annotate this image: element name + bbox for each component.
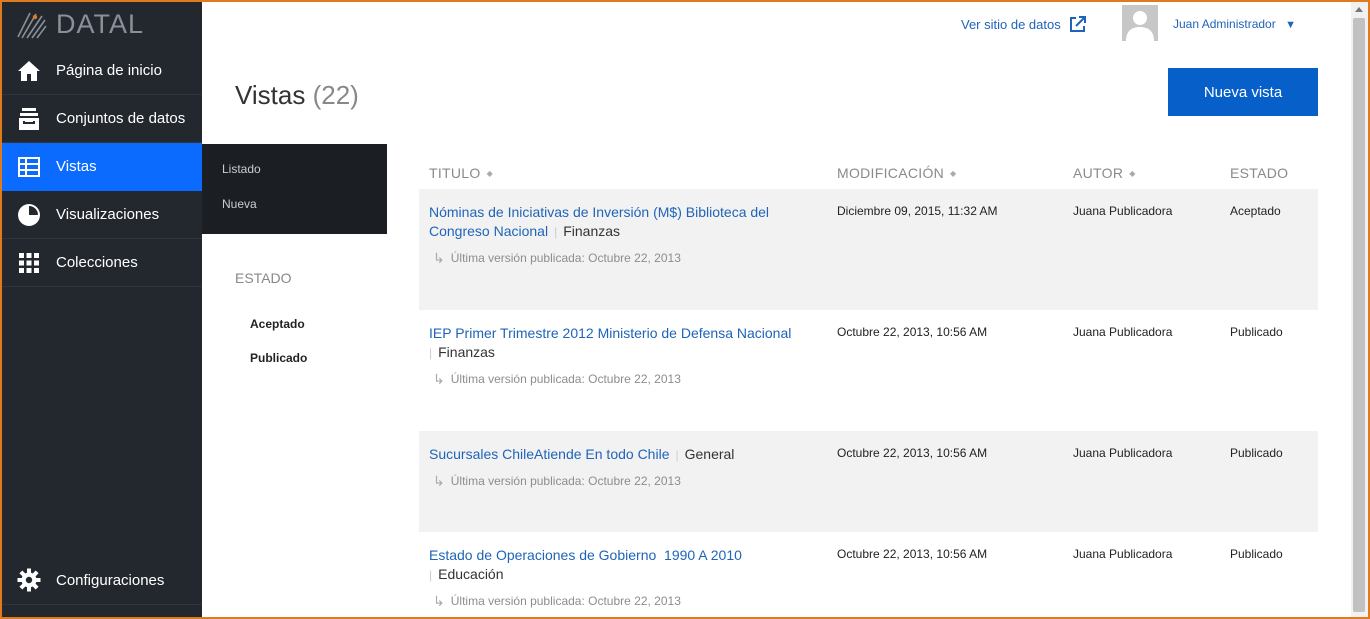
submenu-item-new[interactable]: Nueva xyxy=(202,197,387,232)
table-row: IEP Primer Trimestre 2012 Ministerio de … xyxy=(419,310,1318,431)
sidebar-item-settings[interactable]: Configuraciones xyxy=(2,556,202,604)
row-modified: Diciembre 09, 2015, 11:32 AM xyxy=(837,204,998,218)
column-title-header[interactable]: TITULO ◆ xyxy=(429,165,493,181)
sidebar-item-label: Página de inicio xyxy=(56,62,162,79)
view-category: Finanzas xyxy=(438,344,495,360)
sidebar-item-label: Colecciones xyxy=(56,254,138,271)
user-icon xyxy=(1126,11,1154,41)
view-title-link[interactable]: Estado de Operaciones de Gobierno 1990 A… xyxy=(429,547,742,563)
new-view-button[interactable]: Nueva vista xyxy=(1168,68,1318,116)
column-title-label: TITULO xyxy=(429,165,481,181)
view-data-site-label: Ver sitio de datos xyxy=(961,17,1061,32)
filter-heading: ESTADO xyxy=(235,270,292,286)
view-title-link[interactable]: IEP Primer Trimestre 2012 Ministerio de … xyxy=(429,325,791,341)
user-name: Juan Administrador xyxy=(1173,17,1276,31)
row-title-cell: Nóminas de Iniciativas de Inversión (M$)… xyxy=(429,203,819,268)
sidebar-item-datasets[interactable]: Conjuntos de datos xyxy=(2,95,202,143)
published-text: Última versión publicada: Octubre 22, 20… xyxy=(450,372,681,386)
separator: | xyxy=(554,225,558,239)
avatar[interactable] xyxy=(1122,5,1158,41)
published-text: Última versión publicada: Octubre 22, 20… xyxy=(450,474,681,488)
view-data-site-link[interactable]: Ver sitio de datos xyxy=(961,16,1086,33)
row-author: Juana Publicadora xyxy=(1073,204,1173,218)
page-title-text: Vistas xyxy=(235,80,306,110)
sidebar-item-label: Visualizaciones xyxy=(56,206,160,223)
return-arrow-icon: ↳ xyxy=(433,473,445,489)
published-line: ↳ Última versión publicada: Octubre 22, 2… xyxy=(429,249,819,268)
grid-icon xyxy=(16,250,42,276)
row-status: Publicado xyxy=(1230,446,1283,460)
sidebar: DATAL Página de inicio Conjuntos de dato… xyxy=(2,2,202,617)
logo[interactable]: DATAL xyxy=(2,2,202,47)
row-title-cell: Sucursales ChileAtiende En todo Chile | Ge… xyxy=(429,445,819,491)
column-status-label: ESTADO xyxy=(1230,165,1289,181)
sidebar-item-label: Configuraciones xyxy=(56,571,165,589)
separator: | xyxy=(429,568,433,582)
view-category: General xyxy=(684,446,735,462)
return-arrow-icon: ↳ xyxy=(433,593,445,609)
filter-published[interactable]: Publicado xyxy=(250,351,307,365)
return-arrow-icon: ↳ xyxy=(433,371,445,387)
row-modified: Octubre 22, 2013, 10:56 AM xyxy=(837,446,988,460)
logo-icon xyxy=(17,12,47,38)
column-modified-label: MODIFICACIÓN xyxy=(837,165,945,181)
row-title-cell: Estado de Operaciones de Gobierno 1990 A… xyxy=(429,546,819,611)
row-status: Publicado xyxy=(1230,547,1283,561)
sidebar-item-collections[interactable]: Colecciones xyxy=(2,239,202,287)
published-text: Última versión publicada: Octubre 22, 20… xyxy=(450,251,681,265)
dataset-icon xyxy=(16,106,42,132)
column-author-header[interactable]: AUTOR ◆ xyxy=(1073,165,1136,181)
sort-icon: ◆ xyxy=(950,169,957,178)
table-icon xyxy=(16,154,42,180)
submenu-item-list[interactable]: Listado xyxy=(202,162,387,197)
caret-down-icon: ▼ xyxy=(1285,19,1296,31)
table-row: Sucursales ChileAtiende En todo Chile | Ge… xyxy=(419,431,1318,532)
separator: | xyxy=(429,346,433,360)
published-line: ↳ Última versión publicada: Octubre 22, 2… xyxy=(429,370,819,389)
gear-icon xyxy=(16,567,42,593)
sidebar-item-views[interactable]: Vistas xyxy=(2,143,202,191)
scroll-thumb[interactable] xyxy=(1353,18,1365,612)
row-status: Publicado xyxy=(1230,325,1283,339)
column-status-header: ESTADO xyxy=(1230,165,1288,181)
published-line: ↳ Última versión publicada: Octubre 22, 2… xyxy=(429,592,819,611)
published-line: ↳ Última versión publicada: Octubre 22, 2… xyxy=(429,472,819,491)
views-table: TITULO ◆ MODIFICACIÓN ◆ AUTOR ◆ ESTADO Nómi… xyxy=(419,156,1318,619)
separator: | xyxy=(675,448,679,462)
sidebar-item-label: Conjuntos de datos xyxy=(56,110,186,127)
view-category: Educación xyxy=(438,566,504,582)
table-row: Nóminas de Iniciativas de Inversión (M$)… xyxy=(419,189,1318,310)
sort-icon: ◆ xyxy=(486,169,494,178)
view-title-link[interactable]: Sucursales ChileAtiende En todo Chile xyxy=(429,446,669,462)
column-modified-header[interactable]: MODIFICACIÓN ◆ xyxy=(837,165,957,181)
user-menu[interactable]: Juan Administrador ▼ xyxy=(1173,17,1296,31)
home-icon xyxy=(16,58,42,84)
row-title-cell: IEP Primer Trimestre 2012 Ministerio de … xyxy=(429,324,819,389)
page-count: (22) xyxy=(312,80,359,110)
logo-text: DATAL xyxy=(56,9,145,39)
column-author-label: AUTOR xyxy=(1073,165,1124,181)
views-submenu: Listado Nueva xyxy=(202,144,387,234)
row-author: Juana Publicadora xyxy=(1073,325,1173,339)
row-status: Aceptado xyxy=(1230,204,1281,218)
view-category: Finanzas xyxy=(563,223,621,239)
sort-icon: ◆ xyxy=(1129,169,1136,178)
sidebar-item-home[interactable]: Página de inicio xyxy=(2,47,202,95)
return-arrow-icon: ↳ xyxy=(433,250,445,266)
row-modified: Octubre 22, 2013, 10:56 AM xyxy=(837,325,988,339)
external-link-icon xyxy=(1069,16,1086,32)
table-header: TITULO ◆ MODIFICACIÓN ◆ AUTOR ◆ ESTADO xyxy=(419,156,1318,189)
published-text: Última versión publicada: Octubre 22, 20… xyxy=(450,594,681,608)
vertical-scrollbar[interactable] xyxy=(1351,2,1368,617)
table-row: Estado de Operaciones de Gobierno 1990 A… xyxy=(419,532,1318,619)
row-author: Juana Publicadora xyxy=(1073,446,1173,460)
page-title: Vistas (22) xyxy=(235,80,359,111)
row-author: Juana Publicadora xyxy=(1073,547,1173,561)
row-modified: Octubre 22, 2013, 10:56 AM xyxy=(837,547,988,561)
filter-accepted[interactable]: Aceptado xyxy=(250,317,305,331)
scroll-up-arrow-icon[interactable] xyxy=(1355,7,1363,12)
sidebar-item-visualizations[interactable]: Visualizaciones xyxy=(2,191,202,239)
sidebar-item-label: Vistas xyxy=(56,158,97,175)
pie-chart-icon xyxy=(16,202,42,228)
